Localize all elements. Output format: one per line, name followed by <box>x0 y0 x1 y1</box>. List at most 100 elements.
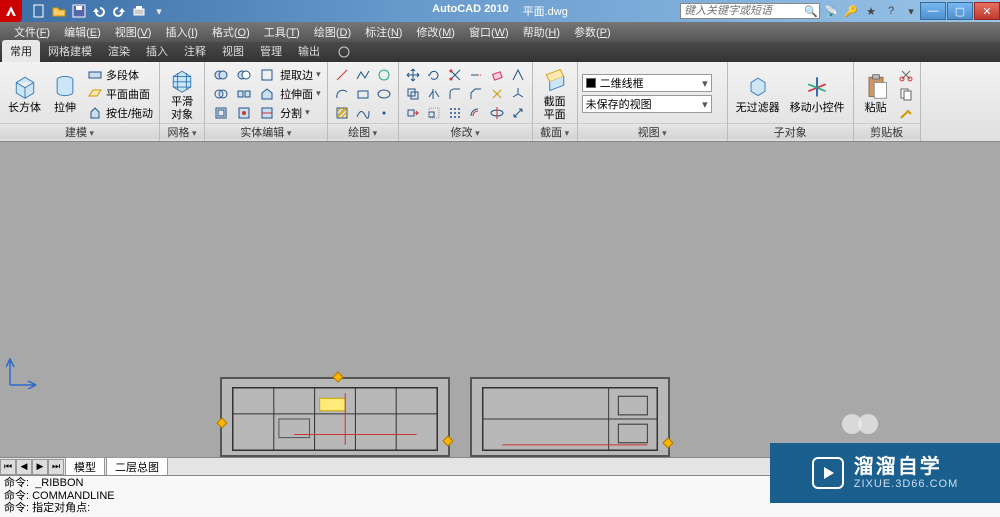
menu-i[interactable]: 插入(I) <box>159 22 203 42</box>
extrude-button[interactable]: 拉伸 <box>47 70 83 116</box>
qat-undo-icon[interactable] <box>90 2 108 20</box>
section-plane-button[interactable]: 截面平面 <box>537 64 573 122</box>
fillet-icon[interactable] <box>445 85 465 103</box>
paste-button[interactable]: 粘贴 <box>858 70 894 116</box>
ribbon-tab-6[interactable]: 管理 <box>252 40 290 62</box>
menu-e[interactable]: 编辑(E) <box>58 22 107 42</box>
offset-icon[interactable] <box>466 104 486 122</box>
erase-icon[interactable] <box>487 66 507 84</box>
extend-icon[interactable] <box>466 66 486 84</box>
infocenter-key-icon[interactable]: 🔑 <box>842 2 860 20</box>
box-button[interactable]: 长方体 <box>4 70 45 116</box>
ellipse-icon[interactable] <box>374 85 394 103</box>
menu-v[interactable]: 视图(V) <box>109 22 158 42</box>
3drotate-icon[interactable] <box>487 104 507 122</box>
trim-icon[interactable] <box>445 66 465 84</box>
move-icon[interactable] <box>403 66 423 84</box>
array-icon[interactable] <box>445 104 465 122</box>
extract-edges-icon[interactable] <box>257 66 277 84</box>
saved-view-combo[interactable]: 未保存的视图 <box>582 95 712 113</box>
ribbon-tab-5[interactable]: 视图 <box>214 40 252 62</box>
panel-solid-label[interactable]: 实体编辑 <box>205 123 327 139</box>
menu-p[interactable]: 参数(P) <box>568 22 617 42</box>
move-gizmo-button[interactable]: 移动小控件 <box>786 70 849 116</box>
slice-icon[interactable] <box>257 104 277 122</box>
ribbon-output-icon[interactable] <box>331 42 357 62</box>
union-icon[interactable] <box>211 66 231 84</box>
copy-icon[interactable] <box>403 85 423 103</box>
rotate-icon[interactable] <box>424 66 444 84</box>
menu-w[interactable]: 窗口(W) <box>463 22 515 42</box>
visual-style-combo[interactable]: 二维线框 <box>582 74 712 92</box>
mirror-icon[interactable] <box>424 85 444 103</box>
qat-dropdown-icon[interactable]: ▾ <box>150 2 168 20</box>
presspull-button[interactable]: 按住/拖动 <box>85 104 155 122</box>
separate-icon[interactable] <box>234 85 254 103</box>
tab-nav-prev-icon[interactable]: ◀ <box>16 459 32 475</box>
panel-modify-label[interactable]: 修改 <box>399 123 532 139</box>
menu-o[interactable]: 格式(O) <box>206 22 256 42</box>
point-icon[interactable] <box>374 104 394 122</box>
tab-nav-last-icon[interactable]: ⏭ <box>48 459 64 475</box>
menu-m[interactable]: 修改(M) <box>410 22 461 42</box>
viewcube-icon[interactable] <box>840 412 880 436</box>
hatch-icon[interactable] <box>332 104 352 122</box>
window-close-button[interactable]: ✕ <box>974 2 1000 20</box>
infocenter-search-icon[interactable]: 🔍 <box>802 2 820 20</box>
qat-save-icon[interactable] <box>70 2 88 20</box>
3dalign-icon[interactable] <box>508 66 528 84</box>
menu-t[interactable]: 工具(T) <box>258 22 306 42</box>
3dscale-icon[interactable] <box>508 104 528 122</box>
infocenter-comm-icon[interactable]: 📡 <box>822 2 840 20</box>
qat-print-icon[interactable] <box>130 2 148 20</box>
ribbon-tab-4[interactable]: 注释 <box>176 40 214 62</box>
chamfer-icon[interactable] <box>466 85 486 103</box>
panel-view-label[interactable]: 视图 <box>578 123 727 139</box>
qat-open-icon[interactable] <box>50 2 68 20</box>
ribbon-tab-1[interactable]: 网格建模 <box>40 40 100 62</box>
ribbon-tab-0[interactable]: 常用 <box>2 40 40 62</box>
circle-icon[interactable] <box>374 66 394 84</box>
ribbon-tab-3[interactable]: 插入 <box>138 40 176 62</box>
menu-n[interactable]: 标注(N) <box>359 22 408 42</box>
match-icon[interactable] <box>896 104 916 122</box>
tab-model[interactable]: 模型 <box>65 457 105 477</box>
smooth-object-button[interactable]: 平滑对象 <box>164 64 200 122</box>
window-maximize-button[interactable]: ▢ <box>947 2 973 20</box>
no-filter-button[interactable]: 无过滤器 <box>732 70 784 116</box>
scale-icon[interactable] <box>424 104 444 122</box>
panel-draw-label[interactable]: 绘图 <box>328 123 398 139</box>
infocenter-help-icon[interactable]: ? <box>882 2 900 20</box>
ribbon-tab-2[interactable]: 渲染 <box>100 40 138 62</box>
menu-d[interactable]: 绘图(D) <box>308 22 357 42</box>
arc-icon[interactable] <box>332 85 352 103</box>
qat-new-icon[interactable] <box>30 2 48 20</box>
window-minimize-button[interactable]: — <box>920 2 946 20</box>
extrude-face-row[interactable]: 拉伸面▾ <box>209 85 323 103</box>
app-logo[interactable] <box>0 0 22 22</box>
floorplan-right[interactable] <box>470 377 670 457</box>
polyline-icon[interactable] <box>353 66 373 84</box>
drawing-area[interactable] <box>0 142 1000 457</box>
qat-redo-icon[interactable] <box>110 2 128 20</box>
rect-icon[interactable] <box>353 85 373 103</box>
panel-mesh-label[interactable]: 网格 <box>160 123 204 139</box>
search-input[interactable] <box>680 3 820 19</box>
panel-model-label[interactable]: 建模 <box>0 123 159 139</box>
tab-nav-next-icon[interactable]: ▶ <box>32 459 48 475</box>
tab-layout1[interactable]: 二层总图 <box>106 457 168 477</box>
ribbon-tab-7[interactable]: 输出 <box>290 40 328 62</box>
cut-icon[interactable] <box>896 66 916 84</box>
explode-icon[interactable] <box>487 85 507 103</box>
extrude-face-icon[interactable] <box>257 85 277 103</box>
spline-icon[interactable] <box>353 104 373 122</box>
infocenter-dd-icon[interactable]: ▾ <box>902 2 920 20</box>
floorplan-left[interactable] <box>220 377 450 457</box>
shell-icon[interactable] <box>211 104 231 122</box>
infocenter-star-icon[interactable]: ★ <box>862 2 880 20</box>
slice-row[interactable]: 分割▾ <box>209 104 323 122</box>
panel-section-label[interactable]: 截面 <box>533 123 577 139</box>
planarsurf-button[interactable]: 平面曲面 <box>85 85 155 103</box>
menu-h[interactable]: 帮助(H) <box>517 22 566 42</box>
stretch-icon[interactable] <box>403 104 423 122</box>
